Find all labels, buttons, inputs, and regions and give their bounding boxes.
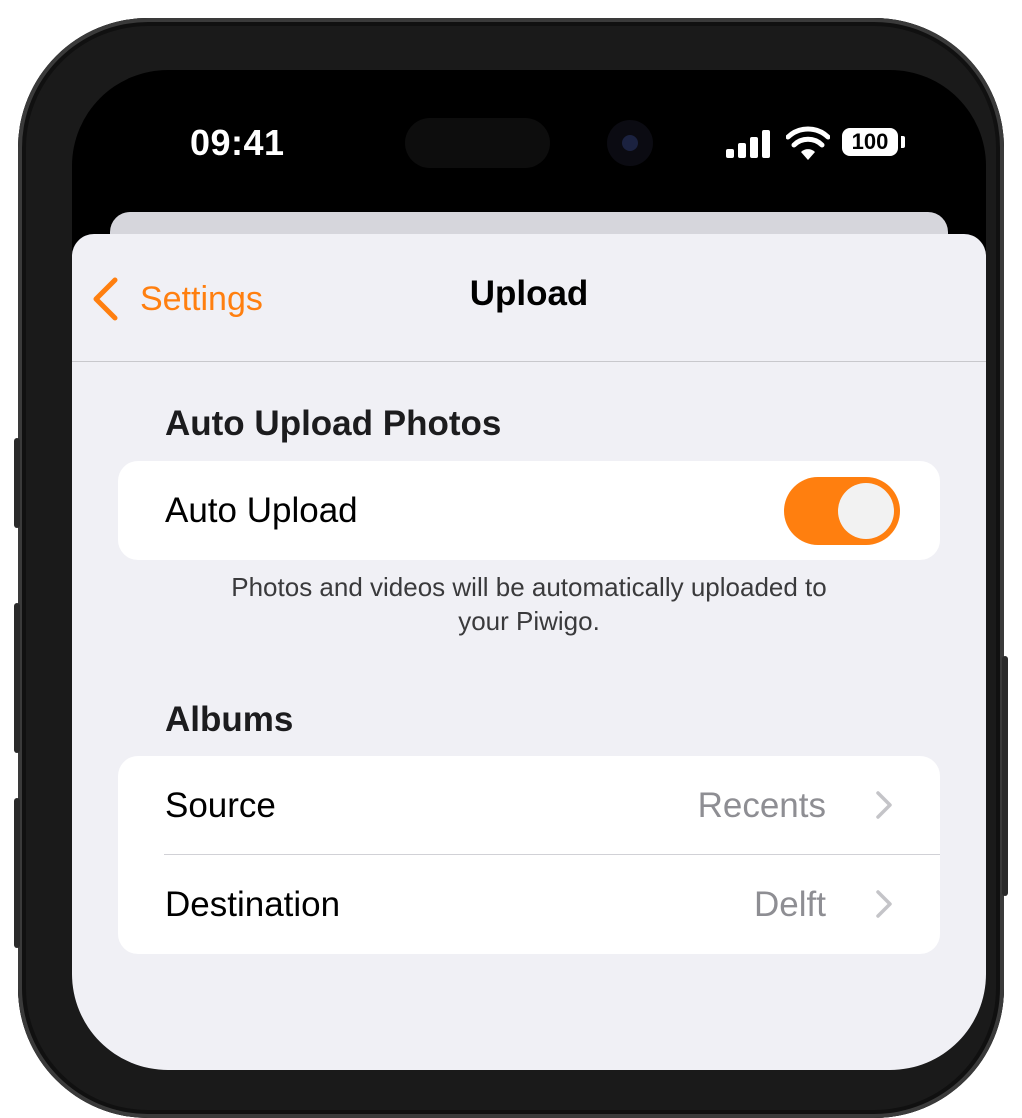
auto-upload-toggle[interactable]	[784, 477, 900, 545]
destination-value: Delft	[754, 885, 826, 924]
albums-card: Source Recents Destination Delft	[118, 756, 940, 954]
auto-upload-label: Auto Upload	[165, 491, 358, 530]
wifi-icon	[786, 126, 830, 160]
auto-upload-card: Auto Upload	[118, 461, 940, 560]
battery-tip	[901, 136, 905, 148]
navigation-bar: Settings Upload	[72, 234, 986, 362]
dynamic-island	[405, 118, 550, 168]
volume-up-button	[14, 603, 20, 753]
upload-settings-sheet: Settings Upload Auto Upload Photos Auto …	[72, 234, 986, 1070]
page-title: Upload	[469, 274, 589, 313]
auto-upload-footer-line-1: Photos and videos will be automatically …	[231, 572, 827, 602]
status-time: 09:41	[190, 122, 285, 163]
action-button	[14, 438, 20, 528]
destination-row[interactable]: Destination Delft	[118, 855, 940, 954]
status-bar: 09:41 100	[72, 70, 986, 210]
source-row[interactable]: Source Recents	[118, 756, 940, 855]
chevron-right-icon	[876, 890, 892, 918]
screen: 09:41 100 Settings Upload Auto Upload Ph…	[72, 70, 986, 1070]
battery-icon: 100	[842, 128, 898, 156]
power-button	[1002, 656, 1008, 896]
source-value: Recents	[697, 786, 826, 825]
volume-down-button	[14, 798, 20, 948]
chevron-right-icon	[876, 791, 892, 819]
front-camera-icon	[607, 120, 653, 166]
phone-frame: 09:41 100 Settings Upload Auto Upload Ph…	[14, 18, 1008, 1118]
section-header-albums: Albums	[165, 700, 294, 739]
section-header-auto-upload: Auto Upload Photos	[165, 404, 502, 443]
destination-label: Destination	[165, 885, 341, 924]
cellular-signal-icon	[726, 130, 770, 158]
auto-upload-footer: Photos and videos will be automatically …	[118, 570, 940, 638]
source-label: Source	[165, 786, 276, 825]
auto-upload-footer-line-2: your Piwigo.	[458, 606, 600, 636]
toggle-knob	[838, 483, 894, 539]
